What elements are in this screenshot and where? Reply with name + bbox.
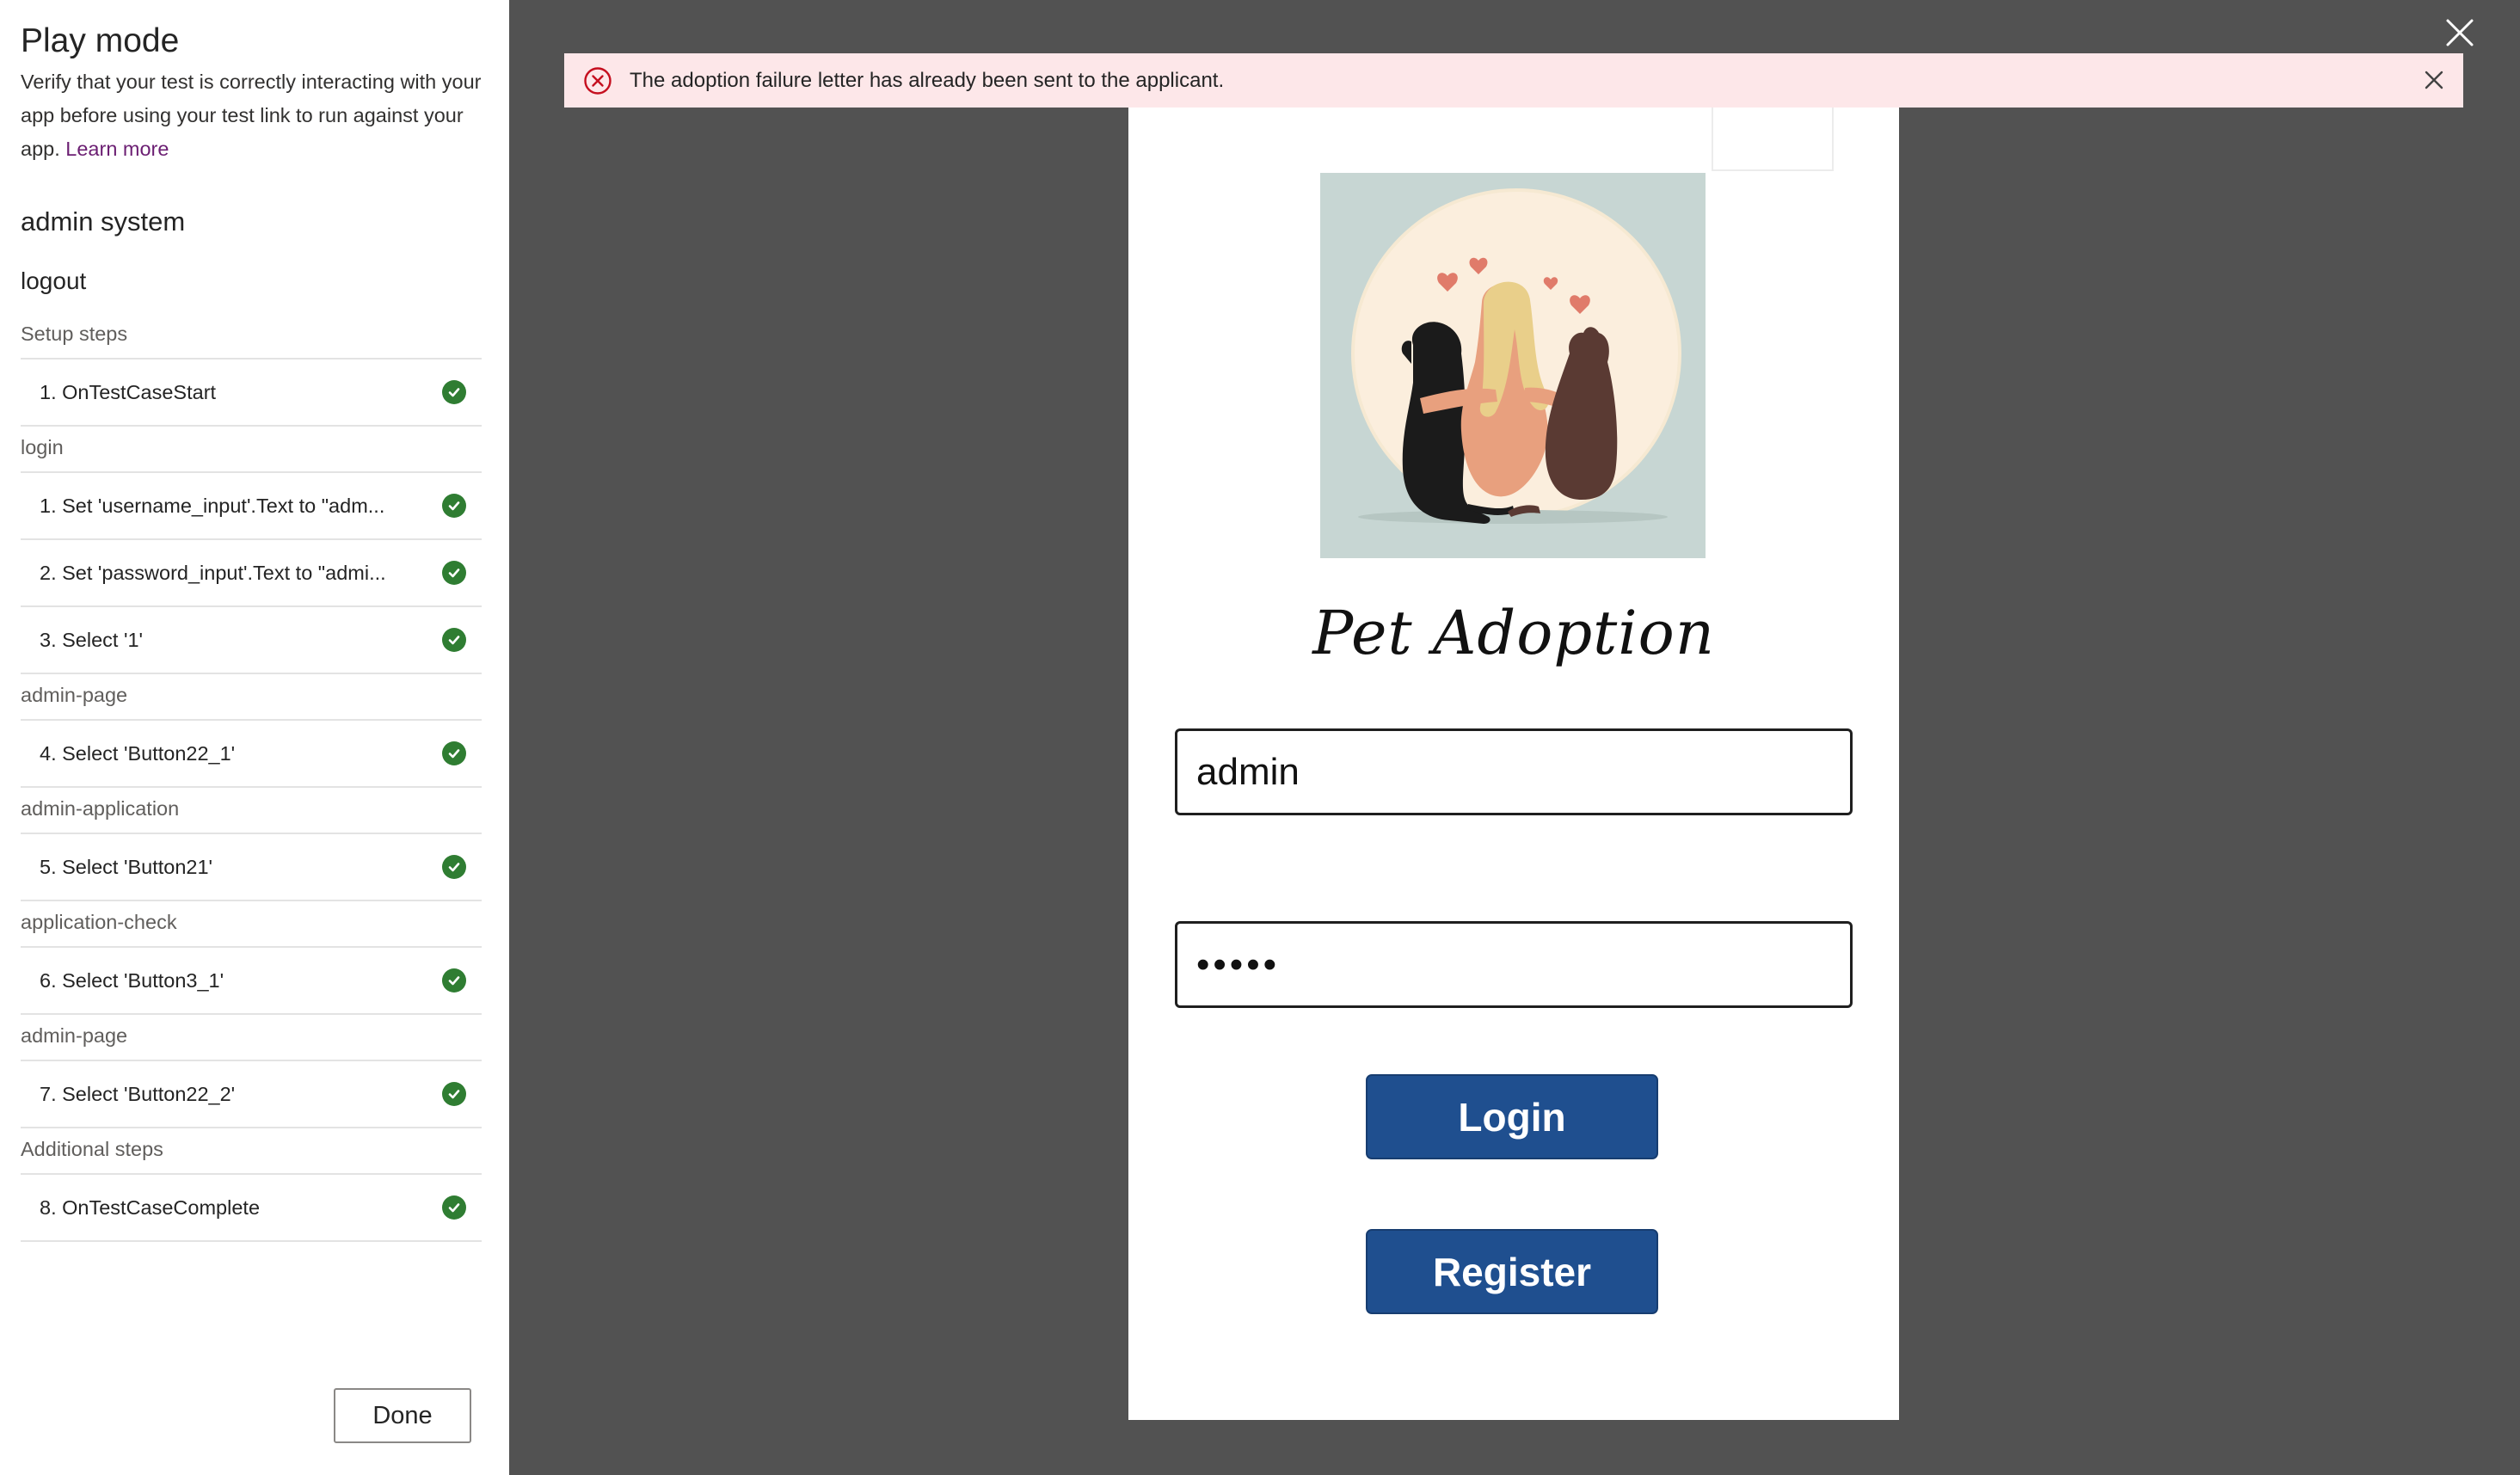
step-section-label: Setup steps xyxy=(21,313,482,360)
app-preview: Pet Adoption admin ••••• Login Register xyxy=(1128,108,1899,1420)
success-check-icon xyxy=(442,1195,466,1220)
test-step-label: 4. Select 'Button22_1' xyxy=(40,741,236,765)
success-check-icon xyxy=(442,741,466,765)
test-step-row[interactable]: 7. Select 'Button22_2' xyxy=(21,1061,482,1128)
success-check-icon xyxy=(442,561,466,585)
test-step-row[interactable]: 5. Select 'Button21' xyxy=(21,834,482,901)
done-button[interactable]: Done xyxy=(334,1388,471,1443)
close-icon[interactable] xyxy=(2444,17,2475,48)
app-container-stub xyxy=(1712,108,1834,171)
step-section-label: admin-page xyxy=(21,1015,482,1061)
success-check-icon xyxy=(442,1082,466,1106)
panel-title: Play mode xyxy=(21,22,180,59)
app-title: Pet Adoption xyxy=(1312,598,1715,668)
test-case-title: logout xyxy=(21,267,87,294)
step-section-label: admin-page xyxy=(21,674,482,721)
test-step-row[interactable]: 4. Select 'Button22_1' xyxy=(21,721,482,788)
test-step-label: 8. OnTestCaseComplete xyxy=(40,1195,261,1219)
steps-list: Setup steps 1. OnTestCaseStart login 1. Set… xyxy=(21,313,482,1242)
test-step-row[interactable]: 2. Set 'password_input'.Text to "admi... xyxy=(21,540,482,607)
test-step-row[interactable]: 1. Set 'username_input'.Text to "adm... xyxy=(21,473,482,540)
test-step-label: 5. Select 'Button21' xyxy=(40,855,213,878)
test-step-row[interactable]: 6. Select 'Button3_1' xyxy=(21,948,482,1015)
error-message: The adoption failure letter has already … xyxy=(630,68,1225,92)
error-banner: The adoption failure letter has already … xyxy=(564,53,2463,108)
test-step-label: 1. Set 'username_input'.Text to "adm... xyxy=(40,494,385,517)
panel-description: Verify that your test is correctly inter… xyxy=(21,65,485,166)
success-check-icon xyxy=(442,380,466,404)
success-check-icon xyxy=(442,855,466,879)
username-input[interactable]: admin xyxy=(1175,728,1853,815)
test-step-row[interactable]: 1. OnTestCaseStart xyxy=(21,360,482,427)
learn-more-link[interactable]: Learn more xyxy=(65,138,169,160)
test-step-label: 3. Select '1' xyxy=(40,628,144,651)
pet-adoption-illustration xyxy=(1320,173,1706,558)
step-section-label: application-check xyxy=(21,901,482,948)
play-mode-panel: Play mode Verify that your test is corre… xyxy=(0,0,509,1475)
success-check-icon xyxy=(442,628,466,652)
error-circle-icon xyxy=(584,66,612,95)
step-section-label: admin-application xyxy=(21,788,482,834)
step-section-label: Additional steps xyxy=(21,1128,482,1175)
dismiss-banner-icon[interactable] xyxy=(2422,68,2446,92)
test-suite-title: admin system xyxy=(21,206,186,237)
test-step-label: 6. Select 'Button3_1' xyxy=(40,968,224,992)
test-step-label: 7. Select 'Button22_2' xyxy=(40,1082,236,1105)
step-section-label: login xyxy=(21,427,482,473)
success-check-icon xyxy=(442,968,466,993)
login-button[interactable]: Login xyxy=(1366,1074,1658,1159)
success-check-icon xyxy=(442,494,466,518)
test-step-label: 1. OnTestCaseStart xyxy=(40,380,217,403)
password-input[interactable]: ••••• xyxy=(1175,921,1853,1008)
register-button[interactable]: Register xyxy=(1366,1229,1658,1314)
test-step-row[interactable]: 8. OnTestCaseComplete xyxy=(21,1175,482,1242)
test-step-label: 2. Set 'password_input'.Text to "admi... xyxy=(40,561,386,584)
test-step-row[interactable]: 3. Select '1' xyxy=(21,607,482,674)
